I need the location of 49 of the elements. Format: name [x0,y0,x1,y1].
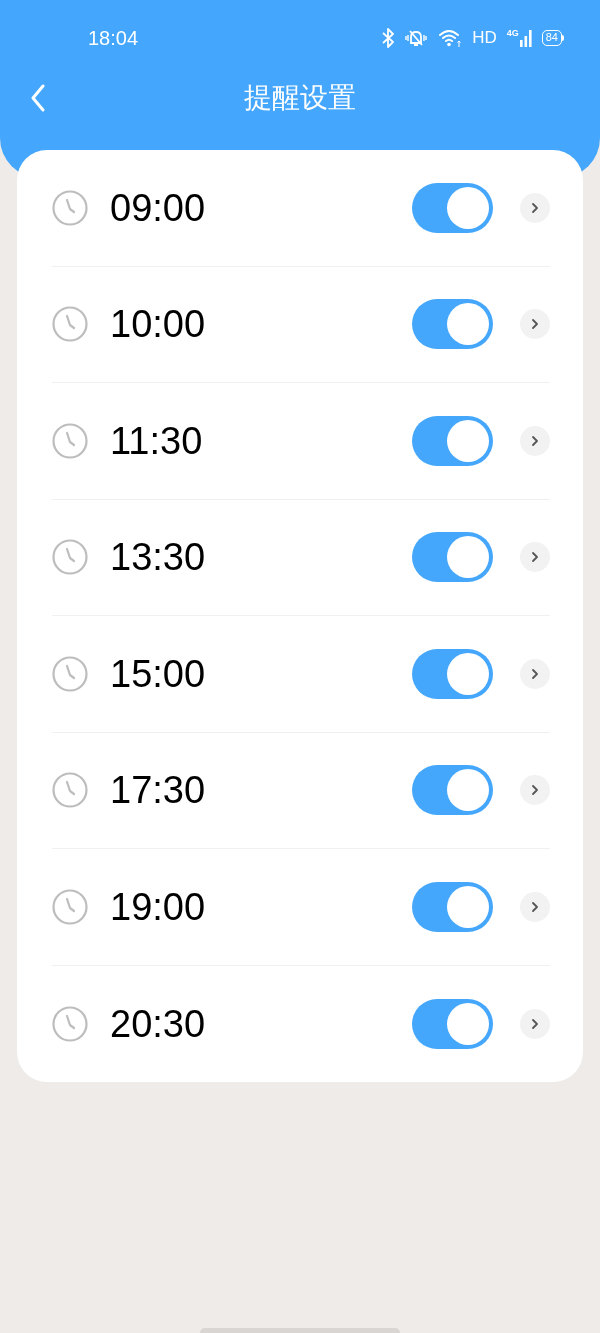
reminder-time: 20:30 [110,1004,206,1043]
network-label: HD [472,29,497,46]
details-button[interactable] [520,658,550,689]
back-icon [30,84,46,112]
reminder-time: 10:00 [110,305,206,344]
details-button[interactable] [520,891,550,922]
signal-type-label: 4G [506,28,519,38]
toggle-switch[interactable] [412,998,493,1049]
toggle-switch[interactable] [412,415,493,466]
bluetooth-icon [382,27,395,48]
toggle-switch[interactable] [412,532,493,583]
clock-icon [52,655,88,692]
wifi-icon [438,27,463,48]
clock-icon [52,1005,88,1042]
chevron-right-icon [531,201,539,214]
clock-icon [52,772,88,809]
details-button[interactable] [520,542,550,573]
reminder-time: 09:00 [110,188,206,227]
toggle-switch[interactable] [412,299,493,350]
details-button[interactable] [520,309,550,340]
toggle-switch[interactable] [412,182,493,233]
status-time: 18:04 [88,25,139,51]
chevron-right-icon [531,1017,539,1030]
reminder-time: 19:00 [110,887,206,926]
details-button[interactable] [520,425,550,456]
clock-icon [52,422,88,459]
reminder-time: 13:30 [110,538,206,577]
details-button[interactable] [520,1008,550,1039]
chevron-right-icon [531,434,539,447]
clock-icon [52,306,88,343]
toggle-switch[interactable] [412,881,493,932]
clock-icon [52,539,88,576]
chevron-right-icon [531,318,539,331]
reminder-time: 17:30 [110,771,206,810]
clock-icon [52,888,88,925]
chevron-right-icon [531,667,539,680]
battery-level: 84 [545,32,558,43]
chevron-right-icon [531,551,539,564]
details-button[interactable] [520,775,550,806]
reminder-time: 11:30 [110,421,203,460]
toggle-switch[interactable] [412,648,493,699]
signal-icon [519,28,532,47]
chevron-right-icon [531,784,539,797]
page-title: 提醒设置 [244,84,356,112]
clock-icon [52,189,88,226]
toggle-switch[interactable] [412,765,493,816]
reminder-time: 15:00 [110,654,206,693]
chevron-right-icon [531,900,539,913]
details-button[interactable] [520,192,550,223]
